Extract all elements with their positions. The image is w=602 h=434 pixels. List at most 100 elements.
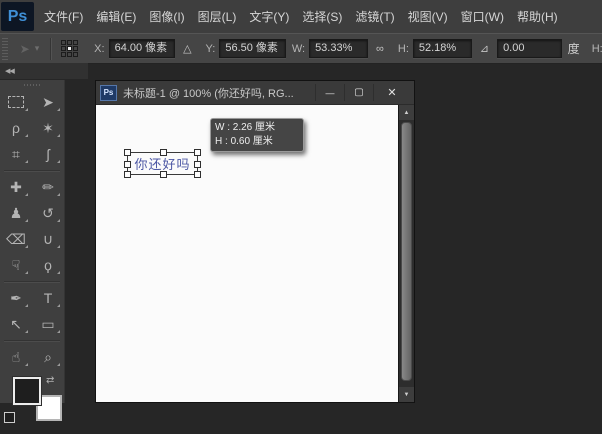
scrollbar-track[interactable] xyxy=(399,120,414,387)
window-controls: — ▢ ✕ xyxy=(315,84,410,101)
crop-tool-icon: ⌗ xyxy=(12,147,20,161)
scroll-up-icon[interactable]: ▲ xyxy=(399,105,414,120)
x-label: X: xyxy=(94,43,104,55)
reference-point-cell[interactable] xyxy=(73,46,78,51)
relative-position-delta-icon[interactable]: △ xyxy=(183,42,191,55)
y-label: Y: xyxy=(206,43,216,55)
minimize-button[interactable]: — xyxy=(315,84,344,101)
maximize-button[interactable]: ▢ xyxy=(344,84,373,101)
transform-handle-sw[interactable] xyxy=(124,171,131,178)
magic-wand-tool[interactable]: ✶ xyxy=(32,115,64,141)
reference-point-cell[interactable] xyxy=(73,52,78,57)
zoom-tool[interactable]: ⌕ xyxy=(32,344,64,370)
clone-stamp-tool-icon: ♟ xyxy=(10,206,23,220)
menu-item[interactable]: 帮助(H) xyxy=(514,5,561,28)
height-scale-input[interactable]: 52.18% xyxy=(413,39,472,58)
paint-bucket-tool[interactable]: ∪ xyxy=(32,226,64,252)
menu-bar: Ps 文件(F) 编辑(E) 图像(I) 图层(L) 文字(Y) 选择(S) 滤镜(T) 视图… xyxy=(0,0,602,34)
rectangular-marquee-tool-icon xyxy=(8,96,24,108)
move-tool[interactable]: ➤ xyxy=(32,89,64,115)
crop-tool[interactable]: ⌗ xyxy=(0,141,32,167)
menu-item[interactable]: 文件(F) xyxy=(41,5,86,28)
rectangle-tool[interactable]: ▭ xyxy=(32,311,64,337)
toolbar-separator xyxy=(0,167,64,174)
transform-handle-e[interactable] xyxy=(194,161,201,168)
chevron-down-icon: ▾ xyxy=(35,43,40,54)
eyedropper-tool-icon: ʃ xyxy=(46,147,49,161)
reference-point-cell[interactable] xyxy=(61,46,66,51)
transform-handle-se[interactable] xyxy=(194,171,201,178)
reference-point-cell[interactable] xyxy=(67,52,72,57)
menu-item[interactable]: 图层(L) xyxy=(195,5,240,28)
options-bar-grip[interactable] xyxy=(2,38,8,60)
options-separator xyxy=(50,38,52,60)
close-button[interactable]: ✕ xyxy=(373,84,410,101)
menu-item[interactable]: 文字(Y) xyxy=(246,5,292,28)
rectangular-marquee-tool[interactable] xyxy=(0,89,32,115)
pen-tool[interactable]: ✒ xyxy=(0,285,32,311)
smudge-tool[interactable]: ☟ xyxy=(0,252,32,278)
menu-item[interactable]: 选择(S) xyxy=(299,5,345,28)
reference-point-cell[interactable] xyxy=(61,52,66,57)
menu-item[interactable]: 视图(V) xyxy=(405,5,451,28)
photoshop-app: { "app": { "logo_text": "Ps" }, "menu_ba… xyxy=(0,0,602,403)
type-tool[interactable]: T xyxy=(32,285,64,311)
tool-dock-header[interactable]: ◀◀ xyxy=(0,63,88,80)
history-brush-tool[interactable]: ↺ xyxy=(32,200,64,226)
reference-point-cell-selected[interactable] xyxy=(67,46,72,51)
move-tool-icon: ➤ xyxy=(42,95,54,109)
lasso-tool-icon: ρ xyxy=(12,121,20,135)
width-scale-input[interactable]: 53.33% xyxy=(309,39,368,58)
degree-unit-label: 度 xyxy=(568,40,580,57)
rotation-angle-input[interactable]: 0.00 xyxy=(497,39,562,58)
pen-tool-icon: ✒ xyxy=(10,291,22,305)
transform-handle-nw[interactable] xyxy=(124,149,131,156)
tool-preset-picker[interactable]: ➤ ▾ xyxy=(20,42,40,56)
type-tool-icon: T xyxy=(44,291,53,305)
selected-text-layer[interactable]: 你还好吗 xyxy=(127,152,198,175)
scroll-down-icon[interactable]: ▼ xyxy=(399,387,414,402)
eraser-tool-icon: ⌫ xyxy=(6,232,26,246)
reference-point-cell[interactable] xyxy=(73,40,78,45)
transform-handle-ne[interactable] xyxy=(194,149,201,156)
transform-handle-w[interactable] xyxy=(124,161,131,168)
brush-tool[interactable]: ✏ xyxy=(32,174,64,200)
lasso-tool[interactable]: ρ xyxy=(0,115,32,141)
reference-point-cell[interactable] xyxy=(61,40,66,45)
tooltip-w-label: W : xyxy=(215,122,233,133)
collapse-panel-icon[interactable]: ◀◀ xyxy=(5,67,14,75)
height-label: H: xyxy=(398,43,409,55)
menu-item[interactable]: 窗口(W) xyxy=(458,5,507,28)
menu-item[interactable]: 图像(I) xyxy=(146,5,187,28)
link-dimensions-icon[interactable]: ∞ xyxy=(376,43,384,55)
default-colors-icon[interactable] xyxy=(4,412,15,423)
tool-preset-icon: ➤ xyxy=(20,42,30,56)
tool-grid: ➤ ρ ✶ ⌗ ʃ ✚ ✏ ♟ ↺ ⌫ ∪☟ϙ ✒ T ↖ ▭ ☝ ⌕ xyxy=(0,89,64,370)
transform-handle-s[interactable] xyxy=(160,171,167,178)
dodge-tool[interactable]: ϙ xyxy=(32,252,64,278)
path-selection-tool[interactable]: ↖ xyxy=(0,311,32,337)
clone-stamp-tool[interactable]: ♟ xyxy=(0,200,32,226)
scrollbar-thumb[interactable] xyxy=(401,122,412,381)
toolbar-grip[interactable] xyxy=(0,80,64,89)
rectangle-tool-icon: ▭ xyxy=(41,317,54,331)
y-position-input[interactable]: 56.50 像素 xyxy=(219,39,285,58)
photoshop-logo: Ps xyxy=(1,2,34,31)
tooltip-w-value: 2.26 厘米 xyxy=(233,122,275,133)
spot-healing-brush-tool[interactable]: ✚ xyxy=(0,174,32,200)
vertical-scrollbar[interactable]: ▲ ▼ xyxy=(398,105,414,402)
document-titlebar[interactable]: Ps 未标题-1 @ 100% (你还好吗, RG... — ▢ ✕ xyxy=(96,81,414,105)
transform-handle-n[interactable] xyxy=(160,149,167,156)
menu-item[interactable]: 编辑(E) xyxy=(93,5,139,28)
foreground-color-swatch[interactable] xyxy=(13,377,41,405)
swap-colors-icon[interactable]: ⇄ xyxy=(46,375,54,386)
reference-point-cell[interactable] xyxy=(67,40,72,45)
menu-item[interactable]: 滤镜(T) xyxy=(352,5,397,28)
eraser-tool[interactable]: ⌫ xyxy=(0,226,32,252)
reference-point-locator[interactable] xyxy=(61,40,78,57)
eyedropper-tool[interactable]: ʃ xyxy=(32,141,64,167)
x-position-input[interactable]: 64.00 像素 xyxy=(109,39,175,58)
hand-tool-icon: ☝ xyxy=(12,350,21,364)
brush-tool-icon: ✏ xyxy=(42,180,54,194)
hand-tool[interactable]: ☝ xyxy=(0,344,32,370)
